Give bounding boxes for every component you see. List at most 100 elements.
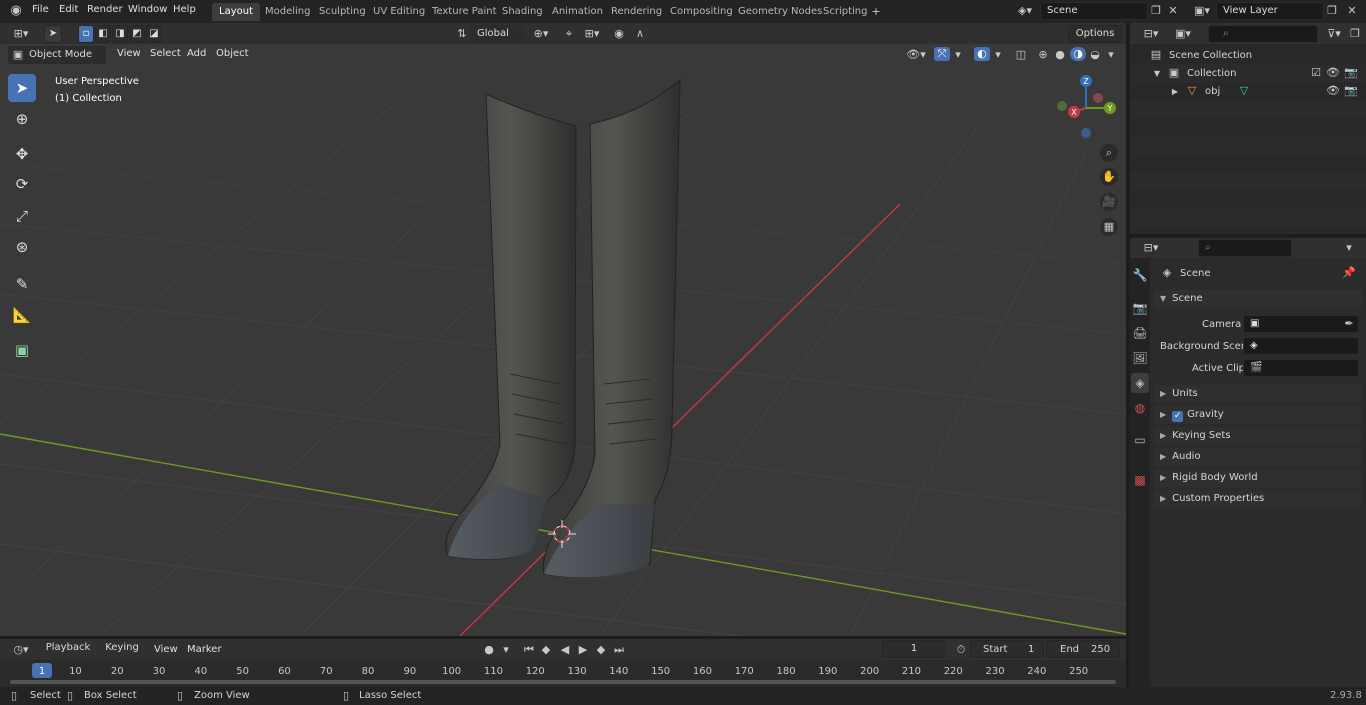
- scene-section-header[interactable]: ▼ Scene: [1154, 290, 1362, 308]
- properties-editor-type-icon[interactable]: ⊟▾: [1138, 241, 1164, 255]
- new-collection-icon[interactable]: ❐: [1348, 27, 1362, 41]
- jump-start-icon[interactable]: ⏮: [522, 643, 536, 657]
- view-layer-field[interactable]: View Layer: [1216, 2, 1324, 20]
- xray-toggle-icon[interactable]: ◫: [1014, 48, 1028, 62]
- play-icon[interactable]: ▶: [576, 643, 590, 657]
- properties-options-icon[interactable]: ▾: [1342, 241, 1356, 255]
- shading-wireframe-icon[interactable]: ⊕: [1036, 48, 1050, 62]
- transform-tool[interactable]: ⊛: [8, 233, 36, 261]
- gravity-checkbox-icon[interactable]: ✓: [1172, 411, 1184, 422]
- units-panel-header[interactable]: ▶ Units: [1154, 385, 1362, 403]
- duplicate-scene-icon[interactable]: ❐: [1150, 4, 1162, 18]
- transform-orientation-icon[interactable]: ⇅: [456, 27, 468, 41]
- keying-menu[interactable]: Keying: [99, 640, 145, 658]
- obj-visibility-icon[interactable]: 👁: [1326, 84, 1340, 98]
- collection-checkbox-icon[interactable]: ☑: [1310, 66, 1322, 80]
- options-dropdown[interactable]: Options: [1068, 25, 1122, 43]
- zoom-icon[interactable]: ⌕: [1100, 144, 1118, 162]
- blender-logo-icon[interactable]: ◉: [8, 4, 24, 18]
- world-tab-icon[interactable]: ◍: [1131, 398, 1149, 418]
- eyedropper-icon[interactable]: ✒: [1342, 317, 1356, 331]
- overlays-dropdown-icon[interactable]: ▾: [992, 48, 1004, 62]
- jump-prev-keyframe-icon[interactable]: ◆: [539, 643, 553, 657]
- gravity-panel-header[interactable]: ▶ ✓ Gravity: [1154, 406, 1362, 424]
- filter-icon[interactable]: ⊽▾: [1322, 27, 1346, 41]
- measure-tool[interactable]: 📐: [8, 301, 36, 329]
- active-clip-field[interactable]: 🎬: [1243, 359, 1359, 377]
- perspective-toggle-icon[interactable]: ▦: [1100, 218, 1118, 236]
- rigid-body-world-panel-header[interactable]: ▶ Rigid Body World: [1154, 469, 1362, 487]
- move-tool[interactable]: ✥: [8, 140, 36, 168]
- properties-search-input[interactable]: ⌕: [1198, 239, 1292, 257]
- rotate-tool[interactable]: ⟳: [8, 170, 36, 198]
- shading-dropdown-icon[interactable]: ▾: [1105, 48, 1117, 62]
- shading-solid-icon[interactable]: ●: [1053, 48, 1067, 62]
- add-workspace-icon[interactable]: +: [870, 5, 882, 19]
- menu-help[interactable]: Help: [173, 4, 196, 15]
- menu-window[interactable]: Window: [128, 4, 167, 15]
- select-tool-icon[interactable]: ➤: [44, 25, 62, 43]
- snap-element-icon[interactable]: ⊞▾: [580, 27, 604, 41]
- tab-animation[interactable]: Animation: [545, 3, 610, 21]
- viewport-menu-object[interactable]: Object: [216, 48, 249, 59]
- output-tab-icon[interactable]: 🖨: [1131, 323, 1149, 343]
- proportional-falloff-icon[interactable]: ∧: [630, 27, 650, 41]
- jump-next-keyframe-icon[interactable]: ◆: [594, 643, 608, 657]
- stopwatch-icon[interactable]: ⏱: [954, 643, 968, 657]
- playback-menu[interactable]: Playback: [40, 640, 96, 658]
- tool-tab-icon[interactable]: 🔧: [1131, 265, 1149, 285]
- menu-file[interactable]: File: [32, 4, 49, 15]
- scene-tab-icon[interactable]: ◈: [1131, 373, 1149, 393]
- tab-scripting[interactable]: Scripting: [816, 3, 874, 21]
- obj-render-icon[interactable]: 📷: [1344, 84, 1358, 98]
- mode-subtract-icon[interactable]: ◨: [112, 25, 128, 43]
- shading-rendered-icon[interactable]: ◒: [1088, 48, 1102, 62]
- select-box-tool[interactable]: ➤: [8, 74, 36, 102]
- 3d-viewport[interactable]: Object Mode ▣ View Select Add Object 👁▾ …: [0, 44, 1126, 636]
- add-cube-tool[interactable]: ▣: [8, 336, 36, 364]
- pin-icon[interactable]: 📌: [1342, 266, 1356, 280]
- scene-icon[interactable]: ◈▾: [1014, 4, 1036, 18]
- pivot-point-icon[interactable]: ⊕▾: [530, 27, 552, 41]
- tab-layout[interactable]: Layout: [212, 3, 260, 21]
- gizmo-toggle-icon[interactable]: ⤧: [934, 47, 950, 61]
- cursor-tool[interactable]: ⊕: [8, 105, 36, 133]
- viewport-menu-add[interactable]: Add: [187, 48, 206, 59]
- remove-view-layer-icon[interactable]: ✕: [1346, 4, 1358, 18]
- collection-tab-icon[interactable]: ▭: [1131, 430, 1149, 450]
- collection-visibility-icon[interactable]: 👁: [1326, 66, 1340, 80]
- menu-edit[interactable]: Edit: [59, 4, 78, 15]
- visibility-selectability-icon[interactable]: 👁▾: [902, 48, 930, 62]
- obj-expand-icon[interactable]: ▶: [1170, 85, 1180, 99]
- viewport-menu-view[interactable]: View: [117, 48, 141, 59]
- mode-invert-icon[interactable]: ◩: [129, 25, 145, 43]
- view-layer-tab-icon[interactable]: 🖼: [1131, 348, 1149, 368]
- editor-type-icon[interactable]: ⊞▾: [8, 27, 34, 41]
- outliner-search-input[interactable]: ⌕: [1208, 25, 1318, 43]
- timeline-scrollbar[interactable]: [10, 680, 1116, 684]
- viewport-menu-select[interactable]: Select: [150, 48, 181, 59]
- display-mode-icon[interactable]: ▣▾: [1170, 27, 1196, 41]
- tab-shading[interactable]: Shading: [495, 3, 550, 21]
- scale-tool[interactable]: ⤢: [8, 202, 36, 230]
- tab-texture-paint[interactable]: Texture Paint: [425, 3, 504, 21]
- scene-name-field[interactable]: Scene: [1040, 2, 1148, 20]
- snap-toggle-icon[interactable]: ⌖: [562, 27, 576, 41]
- duplicate-view-layer-icon[interactable]: ❐: [1326, 4, 1338, 18]
- annotate-tool[interactable]: ✎: [8, 270, 36, 298]
- custom-properties-panel-header[interactable]: ▶ Custom Properties: [1154, 490, 1362, 508]
- gizmo-dropdown-icon[interactable]: ▾: [952, 48, 964, 62]
- pan-hand-icon[interactable]: ✋: [1100, 168, 1118, 186]
- shading-material-icon[interactable]: ◑: [1070, 47, 1086, 61]
- outliner-editor-type-icon[interactable]: ⊟▾: [1138, 27, 1164, 41]
- auto-key-dropdown-icon[interactable]: ▾: [500, 643, 512, 657]
- camera-view-icon[interactable]: 🎥: [1100, 193, 1118, 211]
- tab-uv-editing[interactable]: UV Editing: [366, 3, 432, 21]
- mode-set-icon[interactable]: ▫: [78, 25, 94, 43]
- remove-scene-icon[interactable]: ✕: [1167, 4, 1179, 18]
- tab-modeling[interactable]: Modeling: [258, 3, 318, 21]
- record-keyframe-icon[interactable]: ●: [482, 643, 496, 657]
- texture-tab-icon[interactable]: ▩: [1131, 470, 1149, 490]
- view-layer-icon[interactable]: ▣▾: [1190, 4, 1214, 18]
- timeline-menu-marker[interactable]: Marker: [187, 644, 222, 655]
